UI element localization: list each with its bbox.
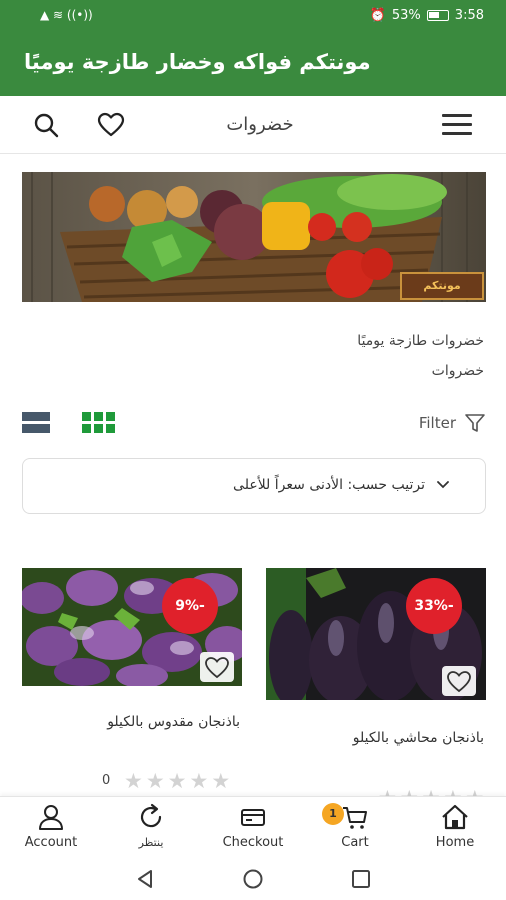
product-card[interactable]: 33%- باذنجان محاشي بالكيلو ★★★★★ bbox=[266, 568, 486, 809]
heart-icon[interactable] bbox=[442, 666, 476, 696]
sort-label: ترتيب حسب: الأدنى سعراً للأعلى bbox=[233, 477, 425, 493]
category-title: خضروات bbox=[226, 114, 294, 135]
app-bar: مونتكم فواكه وخضار طازجة يوميًا bbox=[0, 32, 506, 96]
nav-home-label: Home bbox=[435, 835, 475, 850]
filter-icon bbox=[465, 414, 485, 432]
rating-stars: ★★★★★ bbox=[124, 769, 231, 793]
home-circle-icon[interactable] bbox=[242, 868, 264, 890]
category-description: خضروات طازجة يوميًا bbox=[357, 333, 484, 349]
nav-waiting[interactable]: ينتظر bbox=[106, 803, 196, 850]
list-view-icon[interactable] bbox=[22, 412, 50, 434]
nav-waiting-label: ينتظر bbox=[138, 836, 164, 849]
rating-count: 0 bbox=[102, 773, 111, 788]
wishlist-heart-icon[interactable] bbox=[97, 112, 125, 138]
bottom-navigation: Account ينتظر Checkout Cart Home bbox=[0, 796, 506, 858]
back-icon[interactable] bbox=[134, 868, 156, 890]
search-icon[interactable] bbox=[33, 112, 59, 138]
chevron-down-icon bbox=[437, 481, 449, 489]
nav-account[interactable]: Account bbox=[6, 803, 96, 850]
app-title: مونتكم فواكه وخضار طازجة يوميًا bbox=[24, 50, 371, 74]
nav-checkout-label: Checkout bbox=[222, 835, 284, 850]
status-bar: ▲ ≋ ((•)) ⏰ 53% 3:58 bbox=[0, 0, 506, 32]
category-name: خضروات bbox=[431, 363, 484, 379]
store-logo: مونتكم bbox=[400, 272, 484, 300]
clock: 3:58 bbox=[454, 8, 484, 23]
battery-percent: 53% bbox=[391, 8, 421, 23]
menu-icon[interactable] bbox=[442, 114, 472, 136]
account-icon bbox=[39, 805, 63, 830]
nav-home[interactable]: Home bbox=[410, 803, 500, 850]
cart-icon bbox=[343, 807, 367, 829]
cart-count-badge: 1 bbox=[322, 803, 344, 825]
heart-icon[interactable] bbox=[200, 652, 234, 682]
recents-icon[interactable] bbox=[350, 868, 372, 890]
credit-card-icon bbox=[241, 809, 265, 826]
nav-checkout[interactable]: Checkout bbox=[208, 803, 298, 850]
nav-account-label: Account bbox=[24, 835, 78, 850]
page-toolbar: خضروات bbox=[0, 96, 506, 154]
product-name[interactable]: باذنجان محاشي بالكيلو bbox=[266, 730, 484, 746]
filter-button[interactable]: Filter bbox=[419, 412, 486, 434]
discount-badge: 33%- bbox=[406, 578, 462, 634]
grid-view-icon[interactable] bbox=[82, 412, 115, 434]
home-icon bbox=[442, 804, 468, 830]
product-card[interactable]: 9%- باذنجان مقدوس بالكيلو 0 ★ ★ ★ ★ ★ bbox=[22, 568, 242, 798]
filter-label: Filter bbox=[418, 414, 456, 432]
refresh-icon bbox=[140, 803, 162, 828]
system-navigation-bar bbox=[0, 858, 506, 900]
nav-cart-label: Cart bbox=[341, 835, 369, 850]
sort-dropdown[interactable]: ترتيب حسب: الأدنى سعراً للأعلى bbox=[22, 458, 486, 514]
product-name[interactable]: باذنجان مقدوس بالكيلو bbox=[22, 714, 240, 730]
status-icons: ▲ ≋ ((•)) bbox=[40, 8, 93, 22]
battery-icon bbox=[426, 10, 449, 21]
discount-badge: 9%- bbox=[162, 578, 218, 634]
alarm-icon: ⏰ bbox=[369, 8, 386, 23]
